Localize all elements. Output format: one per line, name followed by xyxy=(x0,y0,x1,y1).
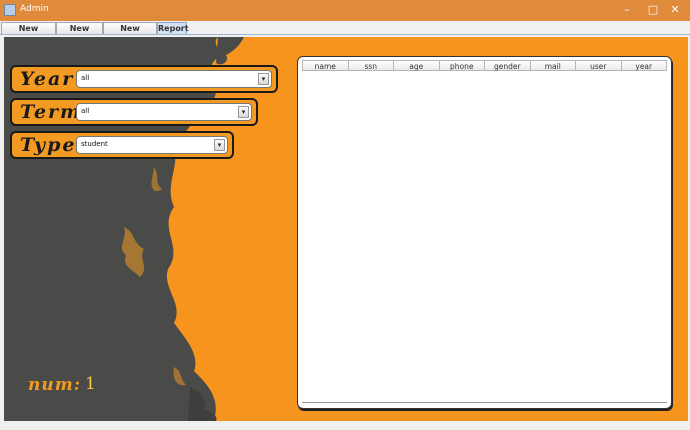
close-icon[interactable]: ✕ xyxy=(664,2,686,18)
tab-report[interactable]: Report xyxy=(157,22,189,34)
year-dropdown[interactable]: all ▾ xyxy=(76,70,272,88)
column-header-mail[interactable]: mail xyxy=(530,60,576,71)
column-header-phone[interactable]: phone xyxy=(439,60,485,71)
window-title: Admin xyxy=(20,4,49,14)
tab-new-student[interactable]: New Student xyxy=(1,22,56,45)
term-label: Term xyxy=(20,101,83,123)
type-filter: Type student ▾ xyxy=(10,131,234,159)
minimize-icon[interactable]: – xyxy=(616,2,638,18)
year-dropdown-value: all xyxy=(81,74,90,82)
maximize-icon[interactable]: □ xyxy=(642,2,664,18)
count-value: 1 xyxy=(85,374,96,394)
year-label: Year xyxy=(20,68,75,90)
type-label: Type xyxy=(20,134,77,156)
title-bar: Admin – □ ✕ xyxy=(0,0,690,21)
column-header-age[interactable]: age xyxy=(394,60,440,71)
chevron-down-icon[interactable]: ▾ xyxy=(214,139,225,151)
type-dropdown-value: student xyxy=(81,140,108,148)
tab-new-schedule[interactable]: New Schedule xyxy=(103,22,157,45)
table-header: name ssn age phone gender mail user year xyxy=(302,60,667,71)
column-header-gender[interactable]: gender xyxy=(485,60,531,71)
tab-bar: New Student New course New Schedule Repo… xyxy=(0,21,690,45)
column-header-name[interactable]: name xyxy=(302,60,349,71)
year-filter: Year all ▾ xyxy=(10,65,278,93)
table-bottom-divider xyxy=(302,402,667,403)
type-dropdown[interactable]: student ▾ xyxy=(76,136,228,154)
term-filter: Term all ▾ xyxy=(10,98,258,126)
report-table[interactable]: name ssn age phone gender mail user year xyxy=(297,56,672,409)
window-bottom-strip xyxy=(0,421,690,430)
term-dropdown-value: all xyxy=(81,107,90,115)
tab-new-course[interactable]: New course xyxy=(56,22,103,45)
count-label: num: xyxy=(28,375,81,395)
app-icon xyxy=(4,4,16,16)
report-panel: Year all ▾ Term all ▾ Type student ▾ num… xyxy=(4,37,688,421)
chevron-down-icon[interactable]: ▾ xyxy=(238,106,249,118)
column-header-ssn[interactable]: ssn xyxy=(348,60,394,71)
chevron-down-icon[interactable]: ▾ xyxy=(258,73,269,85)
term-dropdown[interactable]: all ▾ xyxy=(76,103,252,121)
column-header-year[interactable]: year xyxy=(621,60,667,71)
column-header-user[interactable]: user xyxy=(576,60,622,71)
